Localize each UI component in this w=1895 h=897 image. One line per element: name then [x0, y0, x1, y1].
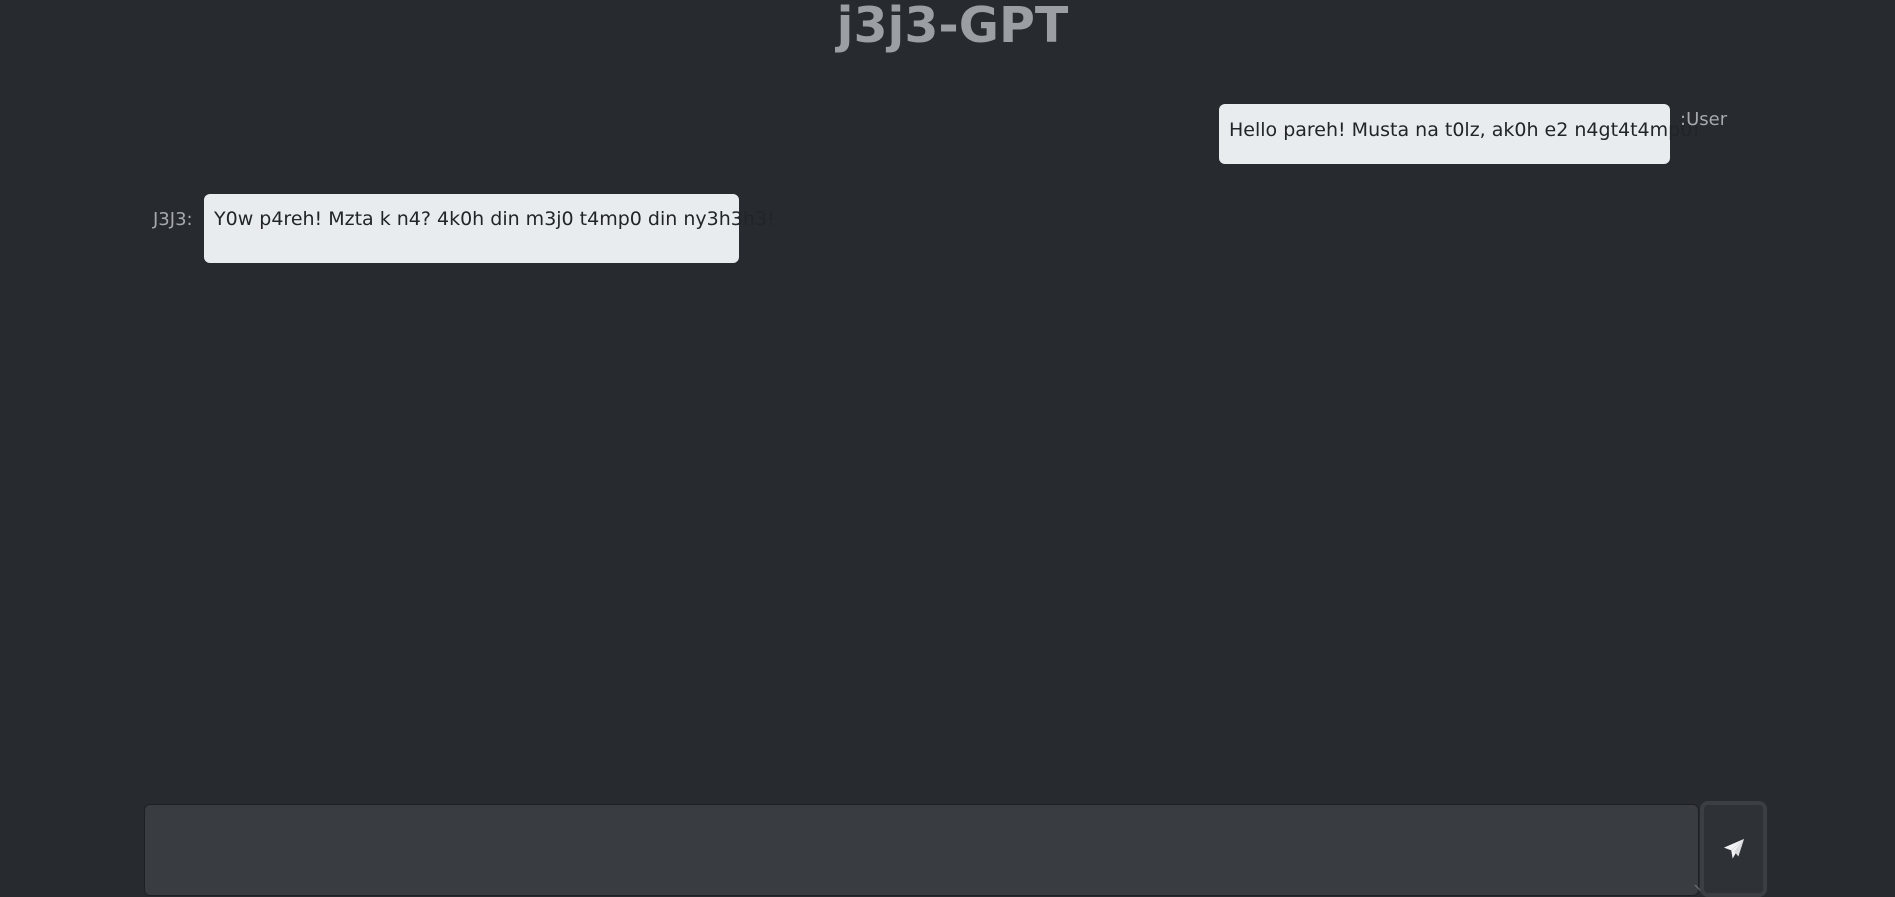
user-message-bubble: Hello pareh! Musta na t0lz, ak0h e2 n4gt… [1219, 104, 1700, 164]
message-input[interactable] [144, 804, 1699, 896]
user-sender-label: :User [1680, 109, 1728, 130]
paper-plane-icon [1723, 838, 1744, 859]
app-title: j3j3-GPT [836, 0, 1069, 54]
assistant-message-bubble: Y0w p4reh! Mzta k n4? 4k0h din m3j0 t4mp… [204, 194, 775, 263]
chat-page: j3j3-GPT Hello pareh! Musta na t0lz, ak0… [0, 0, 1895, 897]
assistant-sender-label: J3J3: [153, 209, 193, 230]
send-button[interactable] [1700, 801, 1767, 897]
